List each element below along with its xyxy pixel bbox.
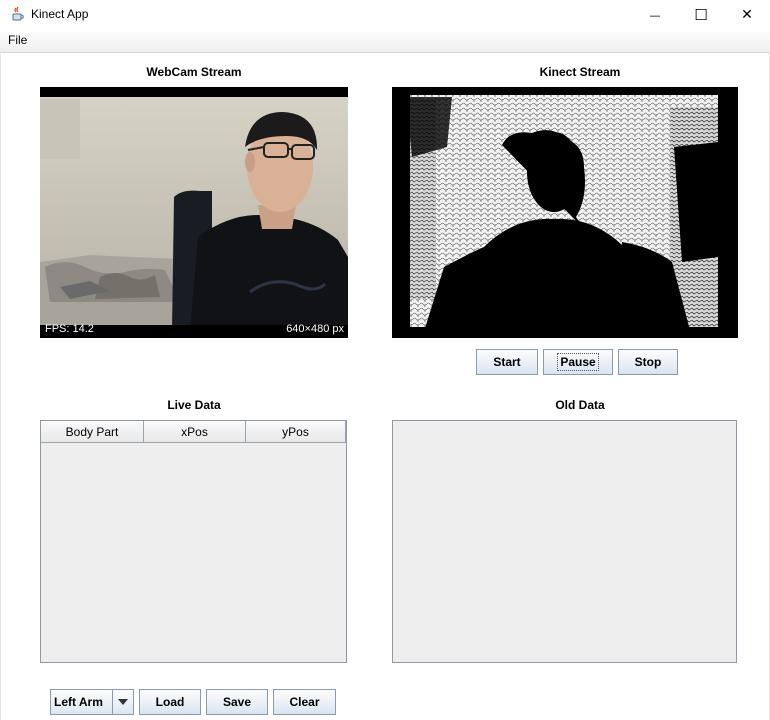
maximize-icon: ☐ [694, 6, 708, 24]
stop-button-label: Stop [634, 355, 662, 369]
column-header-ypos[interactable]: yPos [246, 421, 346, 443]
webcam-stream-label: WebCam Stream [146, 65, 242, 79]
maximize-button[interactable]: ☐ [678, 0, 724, 30]
column-header-label: xPos [181, 424, 208, 439]
start-button[interactable]: Start [476, 349, 538, 375]
live-data-table[interactable]: Body Part xPos yPos [40, 420, 347, 663]
column-header-body-part[interactable]: Body Part [41, 421, 144, 443]
menu-bar: File [0, 30, 770, 53]
webcam-frame-image [40, 87, 348, 338]
old-data-label: Old Data [555, 398, 605, 412]
save-button[interactable]: Save [206, 689, 268, 715]
triangle-down-icon [118, 699, 128, 705]
load-button-label: Load [155, 695, 185, 709]
body-part-select[interactable]: Left Arm [50, 689, 134, 715]
resolution-readout: 640×480 px [286, 323, 344, 335]
old-data-panel[interactable] [392, 420, 737, 663]
kinect-stream-view [392, 87, 738, 338]
column-header-xpos[interactable]: xPos [144, 421, 246, 443]
menu-file[interactable]: File [8, 33, 27, 47]
pause-button[interactable]: Pause [543, 349, 613, 375]
close-icon: ✕ [741, 7, 753, 23]
minimize-icon: — [649, 8, 661, 22]
pause-button-label: Pause [557, 353, 599, 371]
java-cup-icon [12, 6, 24, 21]
title-bar: Kinect App — ☐ ✕ [0, 0, 770, 30]
save-button-label: Save [222, 695, 252, 709]
fps-readout: FPS: 14.2 [45, 323, 94, 335]
kinect-stream-label: Kinect Stream [539, 65, 621, 79]
close-button[interactable]: ✕ [724, 0, 770, 30]
start-button-label: Start [493, 355, 521, 369]
clear-button-label: Clear [289, 695, 320, 709]
body-part-select-value: Left Arm [54, 695, 103, 709]
column-header-label: yPos [282, 424, 309, 439]
minimize-button[interactable]: — [632, 0, 678, 30]
stop-button[interactable]: Stop [618, 349, 678, 375]
combo-arrow-button[interactable] [112, 690, 133, 714]
clear-button[interactable]: Clear [273, 689, 336, 715]
kinect-depth-image [392, 87, 738, 338]
live-data-label: Live Data [167, 398, 221, 412]
window-title: Kinect App [31, 7, 89, 21]
column-header-label: Body Part [65, 424, 119, 439]
load-button[interactable]: Load [139, 689, 201, 715]
webcam-stream-view: FPS: 14.2 640×480 px [40, 87, 348, 338]
